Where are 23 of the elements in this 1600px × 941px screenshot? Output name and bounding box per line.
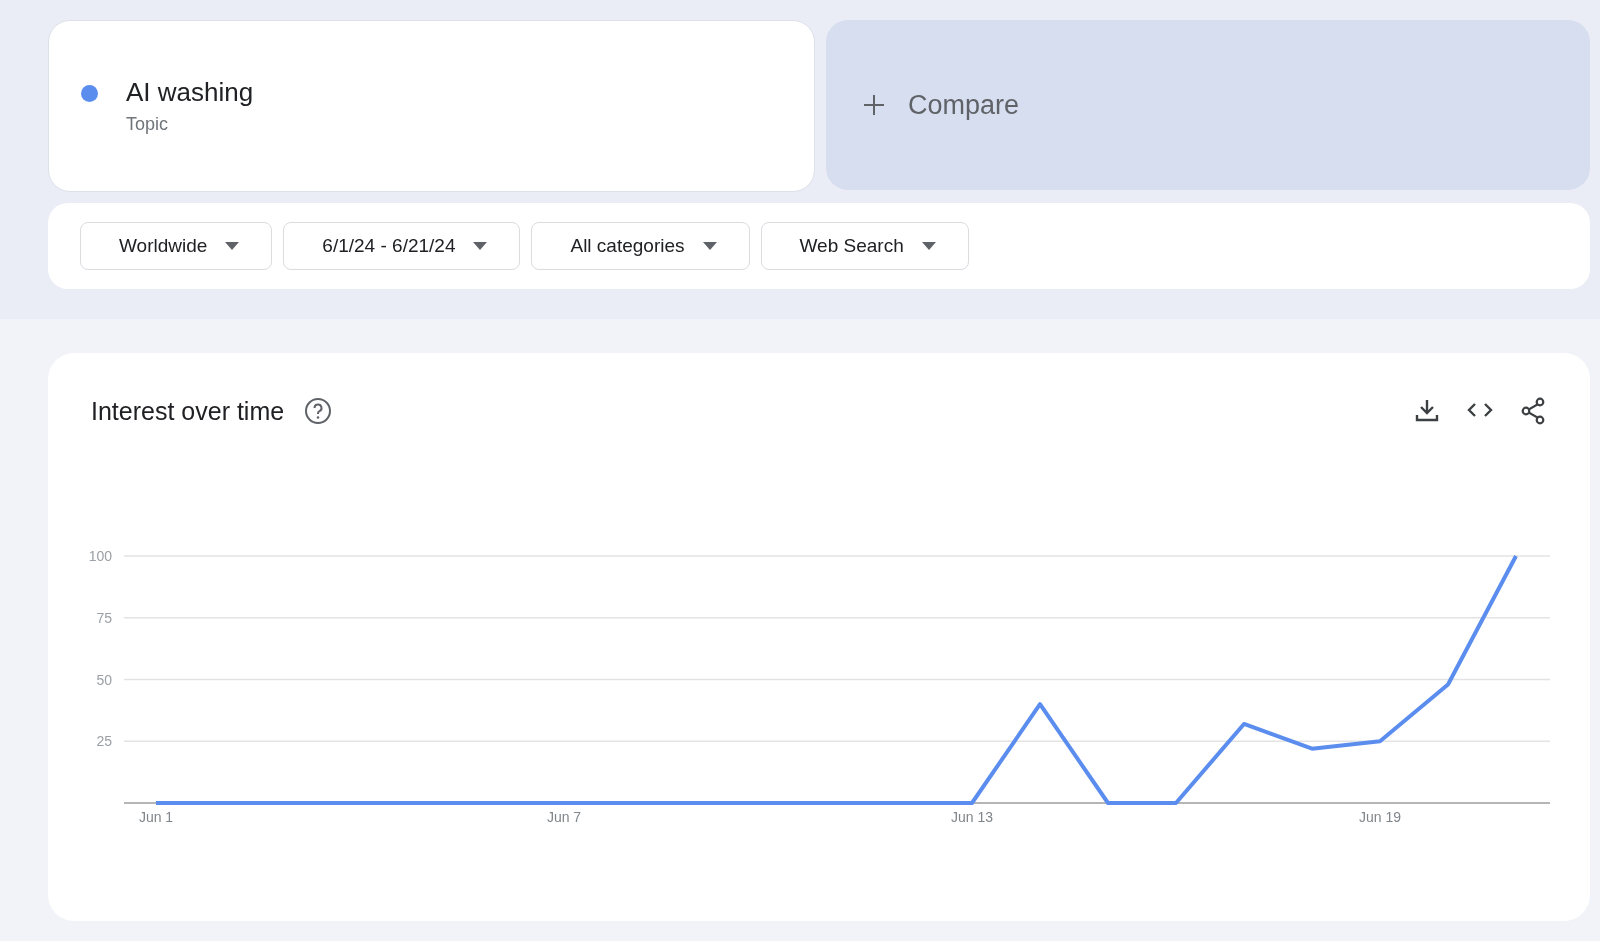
x-tick-label: Jun 19 bbox=[1359, 809, 1401, 825]
x-tick-label: Jun 1 bbox=[138, 809, 174, 825]
caret-icon bbox=[225, 242, 240, 250]
filter-dropdown[interactable]: All categories bbox=[531, 222, 750, 270]
y-tick-label: 25 bbox=[96, 733, 112, 750]
term-name: AI washing bbox=[126, 77, 254, 108]
caret-icon bbox=[921, 242, 936, 250]
caret-icon bbox=[473, 242, 488, 250]
share-icon[interactable] bbox=[1520, 397, 1546, 425]
compare-button[interactable]: Compare bbox=[826, 20, 1590, 190]
filter-dropdown[interactable]: Worldwide bbox=[80, 222, 273, 270]
chart-title: Interest over time bbox=[91, 396, 285, 426]
plus-icon bbox=[864, 95, 884, 115]
x-tick-label: Jun 13 bbox=[951, 809, 993, 825]
filter-dropdown[interactable]: 6/1/24 - 6/21/24 bbox=[283, 222, 521, 270]
y-tick-label: 50 bbox=[96, 671, 112, 688]
x-tick-label: Jun 7 bbox=[546, 809, 582, 825]
y-tick-label: 75 bbox=[96, 609, 112, 626]
caret-icon bbox=[702, 242, 717, 250]
help-icon[interactable] bbox=[304, 397, 333, 425]
y-tick-label: 100 bbox=[88, 548, 112, 564]
term-type: Topic bbox=[126, 114, 170, 135]
filter-dropdown[interactable]: Web Search bbox=[760, 222, 969, 270]
